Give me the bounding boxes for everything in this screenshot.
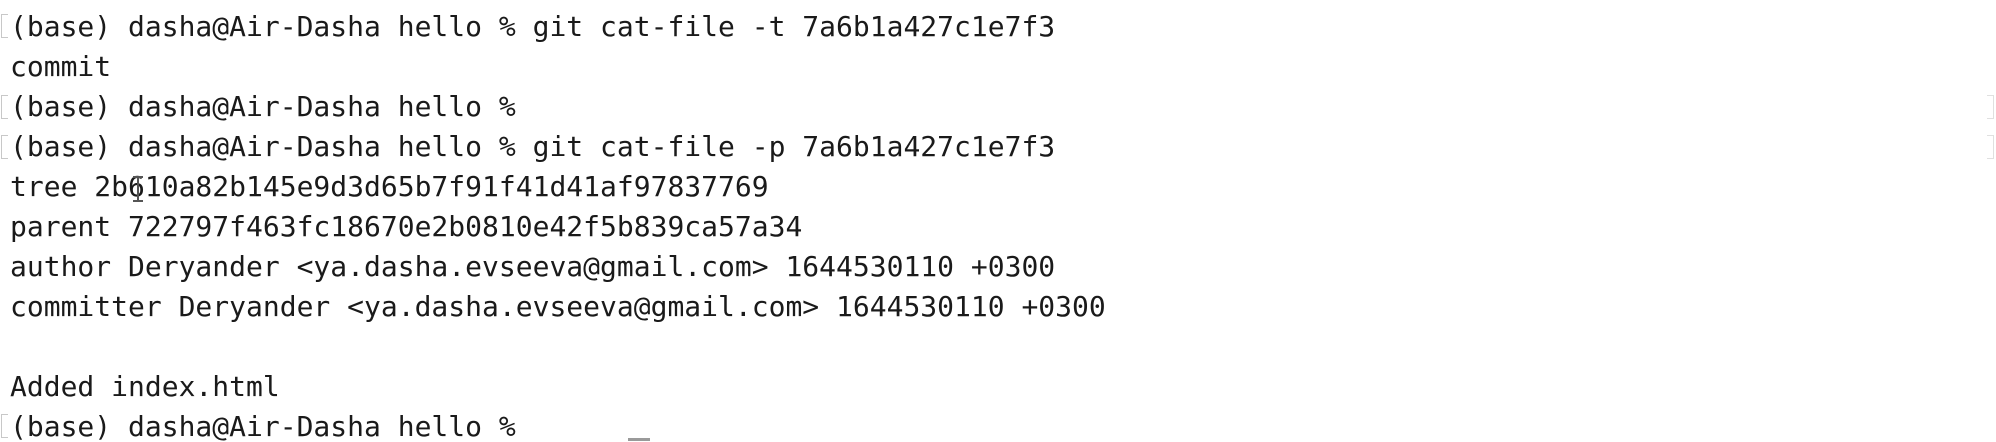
output-line: committer Deryander <ya.dasha.evseeva@gm… [10, 290, 1106, 323]
output-line: commit [10, 50, 112, 83]
line-marker [1, 414, 8, 438]
current-prompt-line[interactable]: (base) dasha@Air-Dasha hello % [10, 407, 1106, 442]
terminal-output: (base) dasha@Air-Dasha hello % git cat-f… [10, 7, 1106, 442]
line-marker [1987, 95, 1994, 119]
ibeam-cursor-icon [133, 176, 143, 202]
output-line: Added index.html [10, 370, 280, 403]
prompt-line: (base) dasha@Air-Dasha hello % git cat-f… [10, 130, 1056, 163]
prompt-line: (base) dasha@Air-Dasha hello % [10, 90, 516, 123]
line-marker [1, 135, 8, 159]
text-cursor [628, 438, 650, 441]
output-line: tree 2b610a82b145e9d3d65b7f91f41d41af978… [10, 170, 769, 203]
prompt-line: (base) dasha@Air-Dasha hello % git cat-f… [10, 10, 1056, 43]
output-line: author Deryander <ya.dasha.evseeva@gmail… [10, 250, 1056, 283]
line-marker [1, 95, 8, 119]
line-marker [1987, 135, 1994, 159]
output-line: parent 722797f463fc18670e2b0810e42f5b839… [10, 210, 803, 243]
terminal-window[interactable]: (base) dasha@Air-Dasha hello % git cat-f… [0, 0, 1996, 442]
line-marker [1, 14, 8, 38]
